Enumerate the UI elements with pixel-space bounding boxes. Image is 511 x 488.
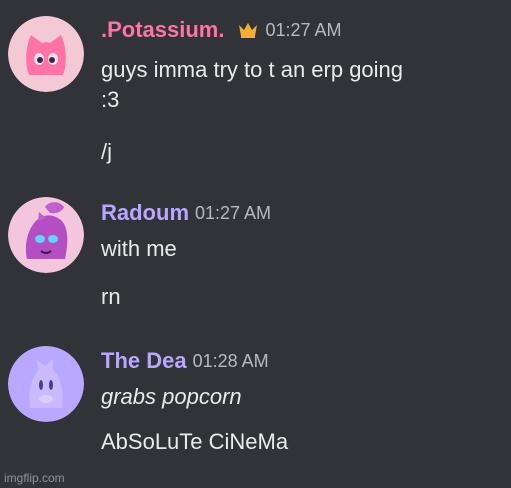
crown-icon (237, 21, 259, 39)
message-line: /j (101, 139, 112, 164)
message-header-radoum: Radoum 01:27 AM (101, 195, 503, 231)
chat-log: .Potassium. 01:27 AM guys imma try to t … (0, 0, 511, 488)
message-header-the-dea: The Dea 01:28 AM (101, 343, 503, 379)
message-line: grabs popcorn (101, 384, 242, 409)
avatar-potassium[interactable] (8, 16, 84, 92)
username-the-dea[interactable]: The Dea (101, 348, 187, 374)
message-content-potassium: .Potassium. 01:27 AM guys imma try to t … (101, 12, 503, 167)
message-header-potassium: .Potassium. 01:27 AM (101, 12, 503, 48)
message-line: guys imma try to t an erp going :3 (101, 57, 404, 112)
message-content-the-dea: The Dea 01:28 AM grabs popcorn AbSoLuTe … (101, 343, 503, 457)
message-line: with me (101, 236, 177, 261)
message-content-radoum: Radoum 01:27 AM with me rn (101, 195, 503, 312)
timestamp-potassium: 01:27 AM (265, 20, 342, 40)
timestamp-radoum: 01:27 AM (195, 203, 272, 223)
username-radoum[interactable]: Radoum (101, 200, 189, 226)
avatar-radoum[interactable] (8, 197, 84, 273)
message-line: rn (101, 284, 121, 309)
timestamp-the-dea: 01:28 AM (192, 351, 269, 371)
username-potassium[interactable]: .Potassium. (101, 17, 224, 43)
watermark-text: imgflip.com (4, 471, 65, 485)
message-line: AbSoLuTe CiNeMa (101, 429, 289, 454)
avatar-the-dea[interactable] (8, 346, 84, 422)
